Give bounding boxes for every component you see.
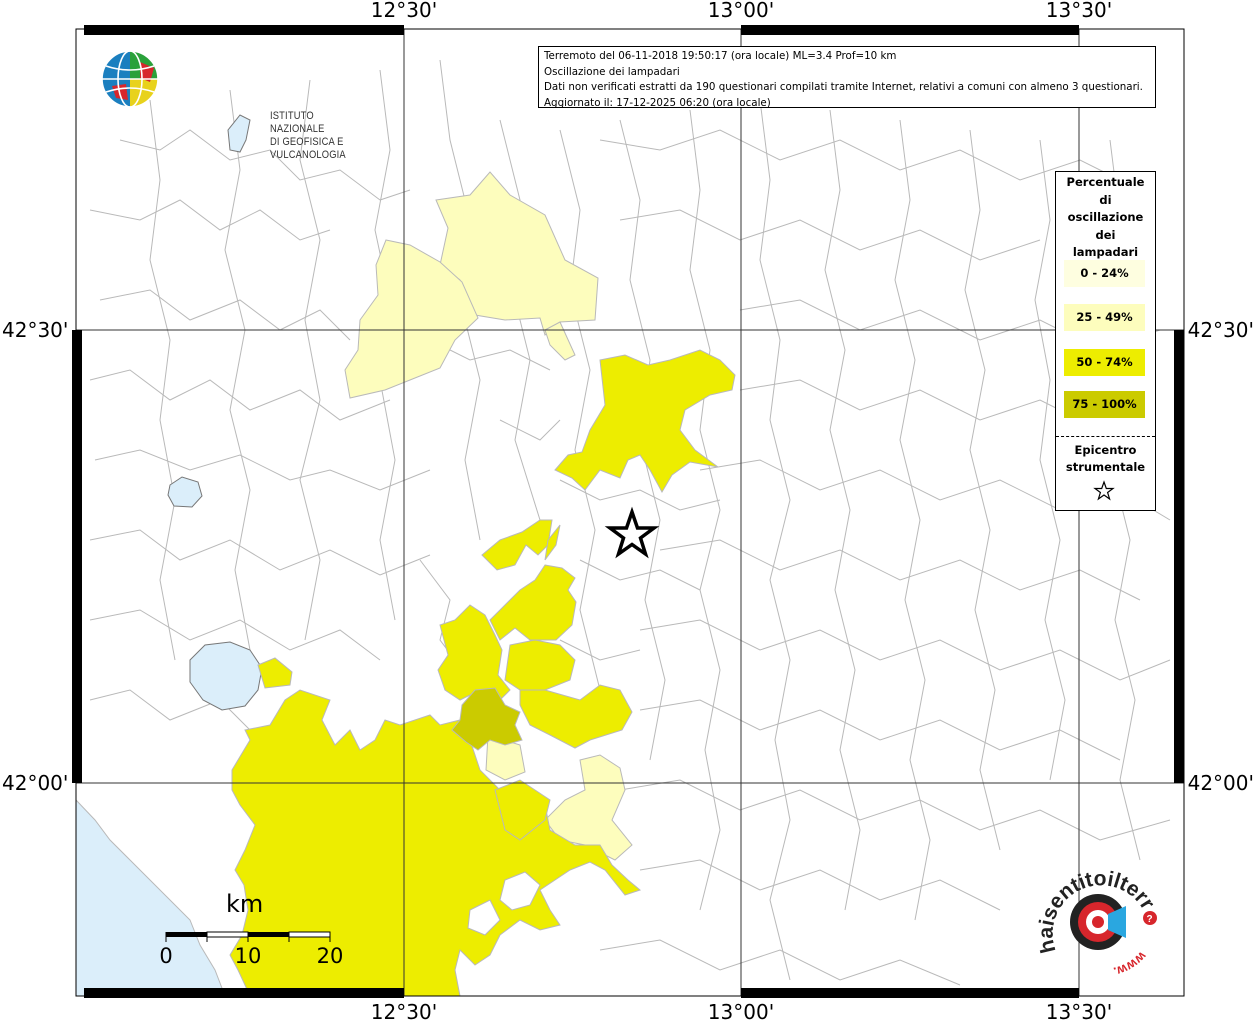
legend-epicenter-label: Epicentro strumentale (1056, 442, 1155, 476)
legend-class-50-74: 50 - 74% (1064, 349, 1145, 376)
legend-class-75-100: 75 - 100% (1064, 391, 1145, 418)
svg-text:www.: www. (1112, 948, 1150, 979)
event-info-box: Terremoto del 06-11-2018 19:50:17 (ora l… (538, 46, 1156, 109)
scale-tick-label: 20 (316, 944, 344, 968)
event-info-line4: Aggiornato il: 17-12-2025 06:20 (ora loc… (544, 96, 771, 109)
ingv-name-line1: ISTITUTO NAZIONALE (270, 110, 325, 135)
scale-unit-label: km (226, 890, 264, 918)
legend-epicenter-line: Epicentro (1074, 443, 1137, 457)
legend-class-25-49: 25 - 49% (1064, 304, 1145, 331)
coord-label-left-2: 42°00' (2, 771, 69, 795)
event-info-line2: Oscillazione dei lampadari (544, 65, 680, 78)
haisentito-logo: haisentitoilterremoto.it www. ? (1027, 838, 1166, 986)
legend-title-line: dei (1095, 227, 1116, 242)
legend-class-0-24: 0 - 24% (1064, 260, 1145, 287)
coord-label-top-1: 12°30' (370, 0, 438, 22)
coord-label-bottom-2: 13°00' (707, 1000, 775, 1024)
coord-label-bottom-3: 13°30' (1045, 1000, 1113, 1024)
legend-title-line: Percentuale (1066, 175, 1145, 189)
legend: Percentuale di oscillazione dei lampadar… (1055, 171, 1156, 511)
legend-separator (1056, 436, 1155, 437)
globe-icon (101, 50, 159, 108)
ingv-logo: ISTITUTO NAZIONALE DI GEOFISICA E VULCAN… (100, 48, 346, 161)
coord-label-top-2: 13°00' (707, 0, 775, 22)
event-info-line3: Dati non verificati estratti da 190 ques… (544, 81, 1143, 93)
scale-tick-label: 10 (234, 944, 262, 968)
legend-title-line: di (1099, 192, 1112, 207)
svg-text:?: ? (1147, 914, 1153, 925)
coord-label-right-1: 42°30' (1187, 318, 1254, 342)
ingv-name-line2: DI GEOFISICA E VULCANOLOGIA (270, 136, 346, 161)
star-icon (1093, 480, 1115, 501)
haisentito-logo-graphic: haisentitoilterremoto.it www. ? (1027, 838, 1159, 980)
coord-label-top-3: 13°30' (1045, 0, 1113, 22)
legend-title-line: oscillazione (1067, 210, 1144, 224)
coord-label-right-2: 42°00' (1187, 771, 1254, 795)
haisentito-www: www. (1112, 948, 1150, 979)
legend-title: Percentuale di oscillazione dei lampadar… (1056, 172, 1155, 262)
coord-label-bottom-1: 12°30' (370, 1000, 438, 1024)
event-info-line1: Terremoto del 06-11-2018 19:50:17 (ora l… (544, 50, 897, 62)
coord-label-left-1: 42°30' (2, 318, 69, 342)
legend-epicenter-line: strumentale (1065, 460, 1146, 474)
scale-tick-label: 0 (159, 944, 173, 968)
legend-title-line: lampadari (1072, 245, 1139, 259)
